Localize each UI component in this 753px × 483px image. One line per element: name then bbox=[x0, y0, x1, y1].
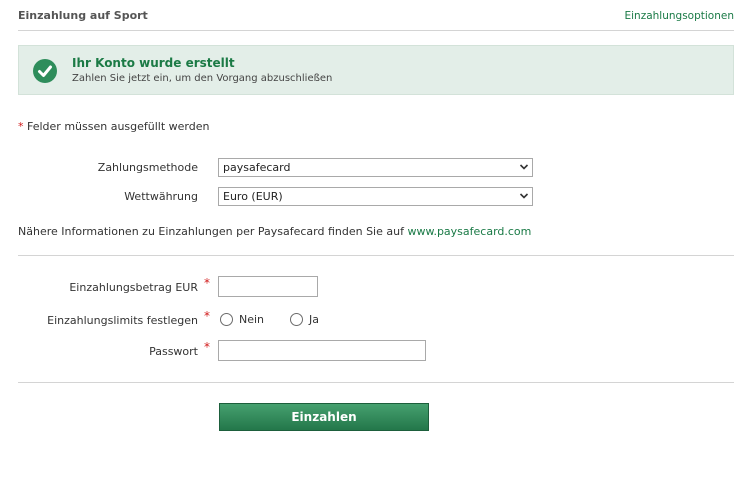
notice-subtitle: Zahlen Sie jetzt ein, um den Vorgang abz… bbox=[72, 73, 333, 84]
chevron-down-icon bbox=[519, 164, 529, 170]
password-input[interactable] bbox=[218, 340, 426, 361]
check-circle-icon bbox=[33, 59, 57, 83]
chevron-down-icon bbox=[519, 193, 529, 199]
payment-method-label: Zahlungsmethode bbox=[97, 161, 198, 174]
password-label: Passwort bbox=[149, 345, 198, 358]
limits-yes-label[interactable]: Ja bbox=[309, 313, 319, 326]
currency-value: Euro (EUR) bbox=[223, 190, 283, 203]
divider bbox=[18, 255, 734, 256]
paysafecard-link[interactable]: www.paysafecard.com bbox=[407, 225, 531, 238]
currency-select[interactable]: Euro (EUR) bbox=[218, 187, 533, 206]
required-star: * bbox=[204, 340, 210, 354]
page-title: Einzahlung auf Sport bbox=[18, 9, 148, 22]
paysafecard-info: Nähere Informationen zu Einzahlungen per… bbox=[18, 225, 531, 238]
currency-row: Wettwährung Euro (EUR) bbox=[0, 187, 753, 209]
password-row: Passwort * bbox=[0, 340, 753, 362]
amount-row: Einzahlungsbetrag EUR * bbox=[0, 276, 753, 298]
required-star: * bbox=[204, 276, 210, 290]
payment-method-row: Zahlungsmethode paysafecard bbox=[0, 158, 753, 180]
page-header: Einzahlung auf Sport Einzahlungsoptionen bbox=[18, 0, 734, 31]
currency-label: Wettwährung bbox=[124, 190, 198, 203]
amount-label: Einzahlungsbetrag EUR bbox=[69, 281, 198, 294]
required-note-text: Felder müssen ausgefüllt werden bbox=[23, 120, 210, 133]
payment-method-select[interactable]: paysafecard bbox=[218, 158, 533, 177]
payment-method-value: paysafecard bbox=[223, 161, 291, 174]
deposit-options-link[interactable]: Einzahlungsoptionen bbox=[625, 10, 735, 22]
deposit-button[interactable]: Einzahlen bbox=[219, 403, 429, 431]
limits-no-radio[interactable] bbox=[220, 313, 233, 326]
required-fields-note: * Felder müssen ausgefüllt werden bbox=[18, 120, 209, 133]
limits-no-label[interactable]: Nein bbox=[239, 313, 264, 326]
amount-input[interactable] bbox=[218, 276, 318, 297]
notice-title: Ihr Konto wurde erstellt bbox=[72, 56, 235, 70]
required-star: * bbox=[204, 309, 210, 323]
divider bbox=[18, 382, 734, 383]
limits-label: Einzahlungslimits festlegen bbox=[47, 314, 198, 327]
limits-row: Einzahlungslimits festlegen * Nein Ja bbox=[0, 309, 753, 334]
limits-yes-radio[interactable] bbox=[290, 313, 303, 326]
info-text: Nähere Informationen zu Einzahlungen per… bbox=[18, 225, 408, 238]
account-created-notice: Ihr Konto wurde erstellt Zahlen Sie jetz… bbox=[18, 45, 734, 95]
